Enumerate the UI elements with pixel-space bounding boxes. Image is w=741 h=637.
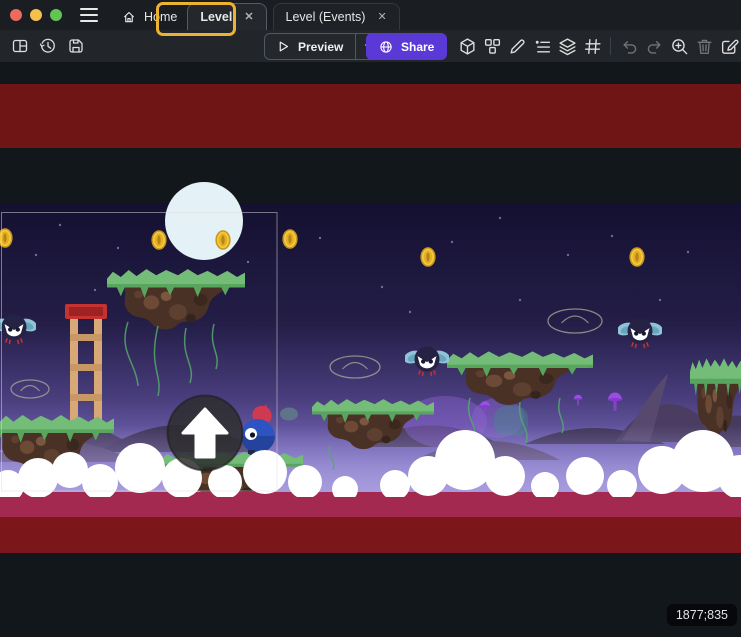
preview-button[interactable]: Preview xyxy=(264,33,381,60)
objects-icon[interactable] xyxy=(455,34,479,58)
globe-icon xyxy=(379,40,393,54)
close-icon[interactable]: ✕ xyxy=(377,12,386,23)
coin[interactable] xyxy=(152,231,166,249)
save-icon[interactable] xyxy=(64,34,88,58)
star xyxy=(687,251,689,253)
share-button-label: Share xyxy=(401,40,434,54)
preview-button-label: Preview xyxy=(298,40,343,54)
pencil-icon[interactable] xyxy=(505,34,529,58)
coin[interactable] xyxy=(283,230,297,248)
star xyxy=(519,299,521,301)
cursor-coordinates: 1877;835 xyxy=(667,604,737,626)
tab-level[interactable]: Level ✕ xyxy=(187,3,266,30)
tab-level-events-label: Level (Events) xyxy=(286,10,366,24)
tab-level-events[interactable]: Level (Events) ✕ xyxy=(273,3,400,30)
home-icon xyxy=(122,10,136,24)
star xyxy=(94,289,96,291)
undo-icon[interactable] xyxy=(617,34,641,58)
object-groups-icon[interactable] xyxy=(480,34,504,58)
star xyxy=(381,286,383,288)
tab-home[interactable]: Home xyxy=(112,4,187,30)
preview-button-main[interactable]: Preview xyxy=(265,34,355,59)
window-controls xyxy=(0,9,62,21)
coin[interactable] xyxy=(630,248,644,266)
star xyxy=(117,247,119,249)
rock[interactable] xyxy=(280,408,298,421)
app-window: { "titlebar": { "window_controls": ["clo… xyxy=(0,0,741,637)
scene-band-red-bottom xyxy=(0,517,741,553)
star xyxy=(499,217,501,219)
zoom-window-button[interactable] xyxy=(50,9,62,21)
coin[interactable] xyxy=(421,248,435,266)
star xyxy=(451,241,453,243)
edit-scene-icon[interactable] xyxy=(717,34,741,58)
jump-button-overlay[interactable] xyxy=(168,396,243,471)
star xyxy=(319,237,321,239)
close-icon[interactable]: ✕ xyxy=(244,12,253,23)
panels-icon[interactable] xyxy=(8,34,32,58)
toolbar-divider xyxy=(610,37,611,55)
close-window-button[interactable] xyxy=(10,9,22,21)
star xyxy=(35,254,37,256)
redo-icon[interactable] xyxy=(642,34,666,58)
layers-icon[interactable] xyxy=(555,34,579,58)
menu-icon[interactable] xyxy=(80,8,98,22)
minimize-window-button[interactable] xyxy=(30,9,42,21)
moon[interactable] xyxy=(165,182,243,260)
scene-canvas[interactable] xyxy=(0,62,741,637)
star xyxy=(409,311,411,313)
trash-icon[interactable] xyxy=(692,34,716,58)
star xyxy=(59,224,61,226)
tab-bar: Home Level ✕ Level (Events) ✕ xyxy=(112,0,400,30)
toolbar-left-group xyxy=(8,34,88,58)
play-icon xyxy=(277,40,290,53)
toolbar: Preview Share xyxy=(0,30,741,62)
star xyxy=(659,299,661,301)
zoom-in-icon[interactable] xyxy=(667,34,691,58)
coin[interactable] xyxy=(216,231,230,249)
toolbar-right-group xyxy=(455,34,741,58)
titlebar: Home Level ✕ Level (Events) ✕ xyxy=(0,0,741,30)
star xyxy=(247,261,249,263)
tab-level-label: Level xyxy=(200,10,232,24)
grid-icon[interactable] xyxy=(580,34,604,58)
scene-band-red-top xyxy=(0,84,741,148)
star xyxy=(567,254,569,256)
share-button[interactable]: Share xyxy=(366,33,447,60)
tab-home-label: Home xyxy=(144,10,177,24)
star xyxy=(611,235,613,237)
properties-icon[interactable] xyxy=(530,34,554,58)
history-icon[interactable] xyxy=(36,34,60,58)
